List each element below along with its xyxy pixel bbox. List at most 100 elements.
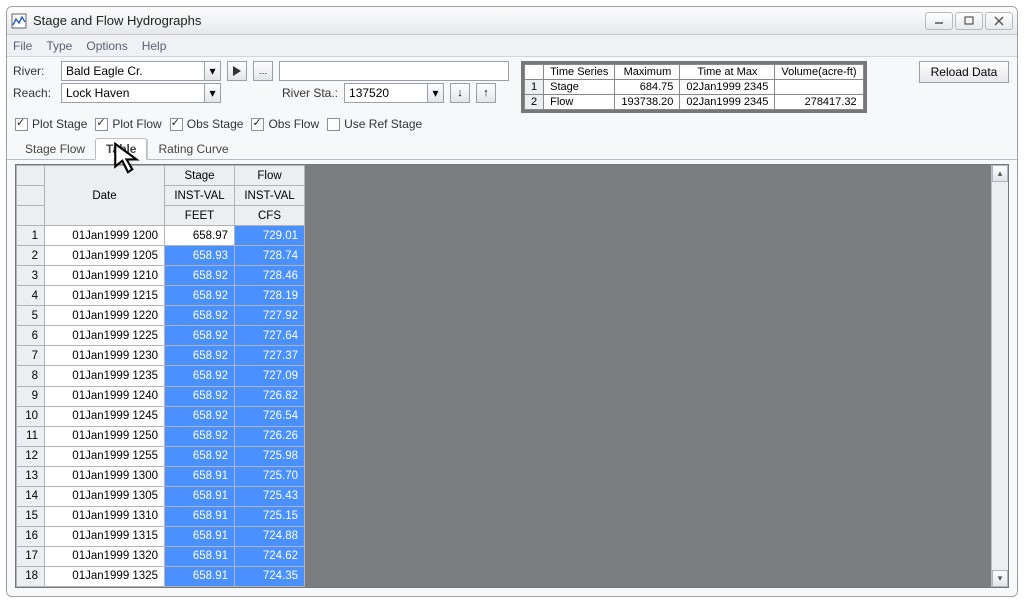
summary-header-row: Time Series Maximum Time at Max Volume(a… [525, 65, 864, 80]
obs-stage-checkbox[interactable] [170, 118, 183, 131]
table-row[interactable]: 1601Jan1999 1315658.91724.88 [17, 526, 305, 546]
table-row[interactable]: 1701Jan1999 1320658.91724.62 [17, 546, 305, 566]
cell-flow: 725.15 [235, 506, 305, 526]
cell-stage: 658.92 [165, 306, 235, 326]
table-row[interactable]: 1501Jan1999 1310658.91725.15 [17, 506, 305, 526]
cell-stage: 658.92 [165, 346, 235, 366]
use-ref-stage-checkbox[interactable] [327, 118, 340, 131]
window-title: Stage and Flow Hydrographs [33, 13, 925, 28]
app-icon [11, 13, 27, 29]
cell-flow: 724.62 [235, 546, 305, 566]
content: River: Bald Eagle Cr. ▾ … Reach: Lock Ha… [7, 57, 1017, 596]
row-index: 16 [17, 526, 45, 546]
arrow-down-button[interactable]: ↓ [450, 83, 470, 103]
app-window: Stage and Flow Hydrographs File Type Opt… [6, 6, 1018, 597]
cell-flow: 728.74 [235, 246, 305, 266]
summary-h-ts: Time Series [544, 65, 615, 80]
menubar: File Type Options Help [7, 35, 1017, 57]
cell-flow: 726.54 [235, 406, 305, 426]
row-index: 6 [17, 326, 45, 346]
table-row[interactable]: 1101Jan1999 1250658.92726.26 [17, 426, 305, 446]
table-row[interactable]: 1801Jan1999 1325658.91724.35 [17, 566, 305, 586]
summary-table-wrap: Time Series Maximum Time at Max Volume(a… [521, 61, 867, 113]
tab-rating-curve[interactable]: Rating Curve [147, 139, 238, 159]
cell-date: 01Jan1999 1235 [45, 366, 165, 386]
river-combo[interactable]: Bald Eagle Cr. ▾ [61, 61, 221, 81]
scroll-down-icon[interactable]: ▾ [992, 570, 1008, 587]
cell-flow: 728.19 [235, 286, 305, 306]
summary-h-max: Maximum [615, 65, 680, 80]
scroll-up-icon[interactable]: ▴ [992, 165, 1008, 182]
table-row[interactable]: 901Jan1999 1240658.92726.82 [17, 386, 305, 406]
description-input[interactable] [279, 61, 509, 81]
cell-stage: 658.91 [165, 466, 235, 486]
row-index: 15 [17, 506, 45, 526]
cell-date: 01Jan1999 1310 [45, 506, 165, 526]
menu-type[interactable]: Type [46, 39, 72, 53]
table-row[interactable]: 601Jan1999 1225658.92727.64 [17, 326, 305, 346]
close-button[interactable] [985, 12, 1013, 30]
cell-stage: 658.92 [165, 286, 235, 306]
table-row[interactable]: 1401Jan1999 1305658.91725.43 [17, 486, 305, 506]
cell-stage: 658.93 [165, 246, 235, 266]
menu-file[interactable]: File [13, 39, 32, 53]
reach-combo[interactable]: Lock Haven ▾ [61, 83, 221, 103]
cell-stage: 658.92 [165, 266, 235, 286]
tab-table[interactable]: Table [95, 138, 147, 160]
row-index: 1 [17, 226, 45, 246]
cell-flow: 727.92 [235, 306, 305, 326]
cell-date: 01Jan1999 1225 [45, 326, 165, 346]
arrow-up-button[interactable]: ↑ [476, 83, 496, 103]
ellipsis-button[interactable]: … [253, 61, 273, 81]
cell-date: 01Jan1999 1305 [45, 486, 165, 506]
obs-flow-checkbox[interactable] [251, 118, 264, 131]
maximize-button[interactable] [955, 12, 983, 30]
river-label: River: [13, 64, 55, 78]
minimize-button[interactable] [925, 12, 953, 30]
plot-flow-label: Plot Flow [112, 117, 161, 131]
col-stage-unit: FEET [165, 206, 235, 226]
plot-stage-checkbox[interactable] [15, 118, 28, 131]
cell-stage: 658.91 [165, 486, 235, 506]
cell-stage: 658.92 [165, 406, 235, 426]
riversta-label: River Sta.: [282, 86, 338, 100]
table-row[interactable]: 201Jan1999 1205658.93728.74 [17, 246, 305, 266]
cell-date: 01Jan1999 1315 [45, 526, 165, 546]
cell-flow: 726.26 [235, 426, 305, 446]
row-index: 18 [17, 566, 45, 586]
table-row[interactable]: 401Jan1999 1215658.92728.19 [17, 286, 305, 306]
table-row[interactable]: 801Jan1999 1235658.92727.09 [17, 366, 305, 386]
summary-h-tmax: Time at Max [680, 65, 775, 80]
menu-help[interactable]: Help [142, 39, 167, 53]
cell-date: 01Jan1999 1210 [45, 266, 165, 286]
table-row[interactable]: 1001Jan1999 1245658.92726.54 [17, 406, 305, 426]
cell-date: 01Jan1999 1230 [45, 346, 165, 366]
cell-flow: 729.01 [235, 226, 305, 246]
plot-stage-label: Plot Stage [32, 117, 87, 131]
table-row[interactable]: 1301Jan1999 1300658.91725.70 [17, 466, 305, 486]
table-row[interactable]: 501Jan1999 1220658.92727.92 [17, 306, 305, 326]
cell-flow: 725.70 [235, 466, 305, 486]
reload-button[interactable]: Reload Data [919, 61, 1009, 83]
menu-options[interactable]: Options [86, 39, 127, 53]
reach-label: Reach: [13, 86, 55, 100]
cell-date: 01Jan1999 1300 [45, 466, 165, 486]
riversta-combo[interactable]: 137520 ▾ [344, 83, 444, 103]
tab-stage-flow[interactable]: Stage Flow [15, 139, 95, 159]
table-row[interactable]: 1201Jan1999 1255658.92725.98 [17, 446, 305, 466]
cell-date: 01Jan1999 1245 [45, 406, 165, 426]
table-row[interactable]: 301Jan1999 1210658.92728.46 [17, 266, 305, 286]
summary-row: 1 Stage 684.75 02Jan1999 2345 [525, 80, 864, 95]
riversta-value: 137520 [349, 86, 389, 100]
play-button[interactable] [227, 61, 247, 81]
vertical-scrollbar[interactable]: ▴ ▾ [991, 165, 1008, 587]
col-flow: Flow [235, 166, 305, 186]
chevron-down-icon: ▾ [204, 62, 220, 80]
table-row[interactable]: 101Jan1999 1200658.97729.01 [17, 226, 305, 246]
use-ref-stage-label: Use Ref Stage [344, 117, 422, 131]
plot-flow-checkbox[interactable] [95, 118, 108, 131]
col-stage: Stage [165, 166, 235, 186]
cell-flow: 727.37 [235, 346, 305, 366]
table-row[interactable]: 701Jan1999 1230658.92727.37 [17, 346, 305, 366]
cell-flow: 725.43 [235, 486, 305, 506]
